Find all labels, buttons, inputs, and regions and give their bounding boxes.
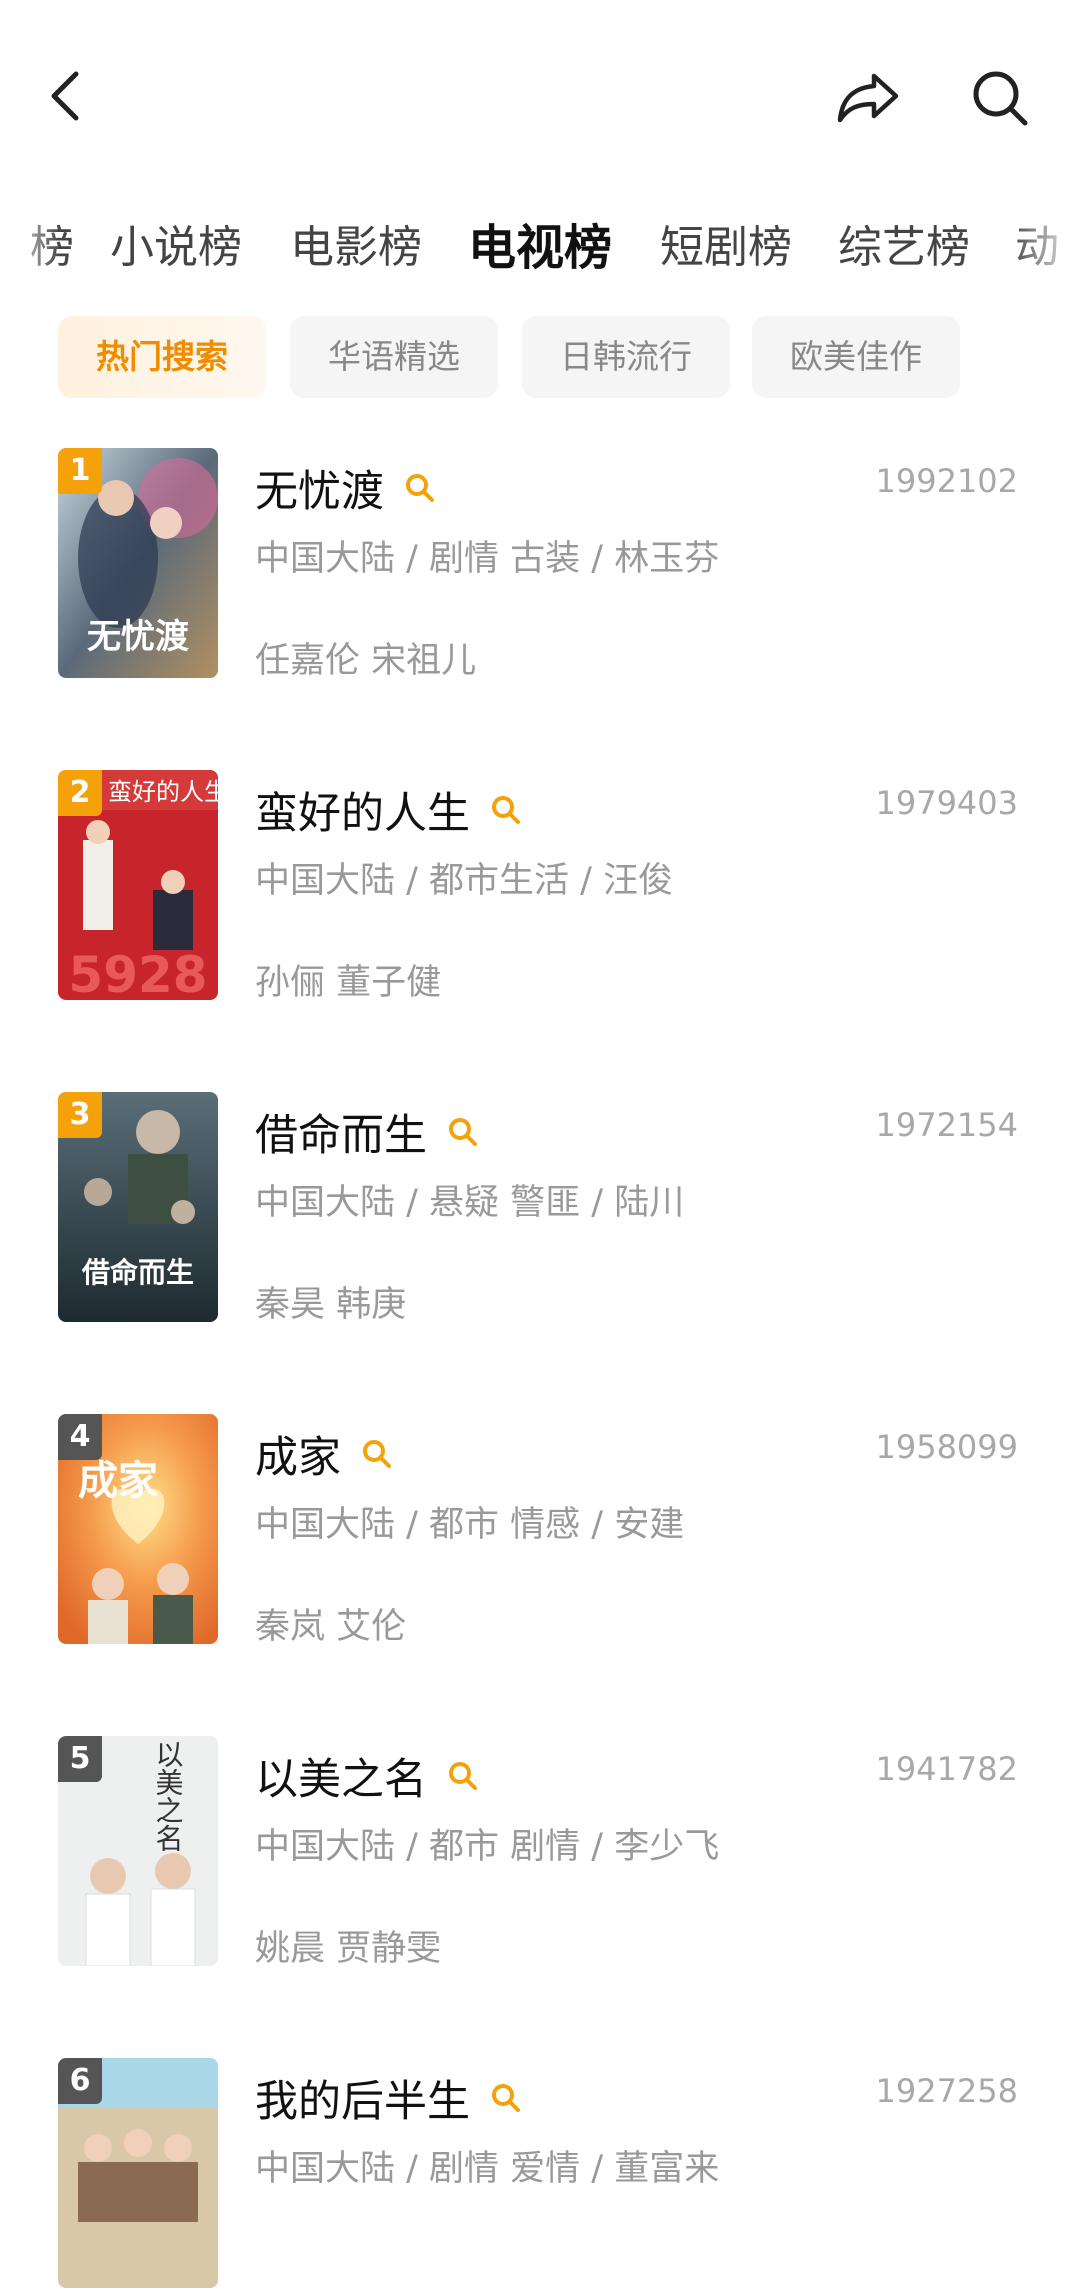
hot-score: 1992102	[875, 462, 1018, 500]
rank-badge: 4	[58, 1414, 102, 1460]
item-meta: 中国大陆 / 都市 情感 / 安建	[255, 1505, 685, 1545]
tab-variety-rank[interactable]: 综艺榜	[838, 208, 970, 288]
item-title[interactable]: 以美之名	[255, 1745, 427, 1807]
title-row: 借命而生	[255, 1102, 479, 1162]
title-row: 蛮好的人生	[255, 780, 522, 840]
title-row: 成家	[255, 1424, 393, 1484]
list-item[interactable]: 无忧渡 1 无忧渡 1992102 中国大陆 / 剧情 古装 / 林玉芬 任嘉伦…	[0, 440, 1080, 681]
tabs-fade-right	[1010, 208, 1080, 288]
item-title[interactable]: 借命而生	[255, 1101, 427, 1163]
poster-image[interactable]: 借命而生 3	[58, 1092, 218, 1322]
chip-jp-kr-popular[interactable]: 日韩流行	[522, 316, 730, 398]
search-icon[interactable]	[447, 1760, 479, 1792]
rank-badge: 1	[58, 448, 102, 494]
poster-title-text: 以美之名	[152, 1740, 185, 1852]
item-title[interactable]: 我的后半生	[255, 2067, 470, 2129]
chip-hot-search[interactable]: 热门搜索	[58, 316, 266, 398]
hot-score: 1979403	[875, 784, 1018, 822]
search-icon[interactable]	[404, 472, 436, 504]
hot-score: 1927258	[875, 2072, 1018, 2110]
rank-badge: 6	[58, 2058, 102, 2104]
filter-chips: 热门搜索 华语精选 日韩流行 欧美佳作	[0, 316, 1080, 398]
poster-image[interactable]: 以美之名 5	[58, 1736, 218, 1966]
item-cast: 秦岚 艾伦	[255, 1607, 407, 1647]
list-item[interactable]: 成家 4 成家 1958099 中国大陆 / 都市 情感 / 安建 秦岚 艾伦	[0, 1406, 1080, 1647]
rank-badge: 3	[58, 1092, 102, 1138]
poster-image[interactable]: 6	[58, 2058, 218, 2288]
tabs-fade-left	[0, 208, 60, 288]
item-cast: 任嘉伦 宋祖儿	[255, 641, 477, 681]
item-meta: 中国大陆 / 都市 剧情 / 李少飞	[255, 1827, 720, 1867]
tab-tv-rank[interactable]: 电视榜	[468, 208, 612, 288]
search-icon[interactable]	[361, 1438, 393, 1470]
search-icon[interactable]	[490, 794, 522, 826]
svg-text:5928: 5928	[68, 946, 207, 1000]
top-bar	[0, 0, 1080, 180]
back-button[interactable]	[30, 60, 102, 132]
poster-title-text: 无忧渡	[87, 617, 189, 657]
search-icon	[973, 71, 1028, 126]
title-row: 我的后半生	[255, 2068, 522, 2128]
tab-movie-rank[interactable]: 电影榜	[290, 208, 422, 288]
chevron-left-icon	[51, 71, 79, 121]
list-item[interactable]: 6 我的后半生 1927258 中国大陆 / 剧情 爱情 / 董富来	[0, 2050, 1080, 2290]
poster-title-text: 成家	[78, 1458, 158, 1504]
hot-score: 1972154	[875, 1106, 1018, 1144]
rank-badge: 2	[58, 770, 102, 816]
list-item[interactable]: 蛮好的人生 5928 2 蛮好的人生 1979403 中国大陆 / 都市生活 /…	[0, 762, 1080, 1003]
poster-title-text: 借命而生	[81, 1256, 194, 1289]
tab-novel-rank[interactable]: 小说榜	[110, 208, 242, 288]
item-cast: 姚晨 贾静雯	[255, 1929, 442, 1969]
item-cast: 秦昊 韩庚	[255, 1285, 407, 1325]
poster-title-text: 蛮好的人生	[108, 778, 218, 806]
search-icon[interactable]	[447, 1116, 479, 1148]
title-row: 无忧渡	[255, 458, 436, 518]
poster-image[interactable]: 成家 4	[58, 1414, 218, 1644]
poster-image[interactable]: 蛮好的人生 5928 2	[58, 770, 218, 1000]
item-cast: 孙俪 董子健	[255, 963, 442, 1003]
category-tabs: 榜 小说榜 电影榜 电视榜 短剧榜 综艺榜 动	[0, 208, 1080, 288]
item-title[interactable]: 无忧渡	[255, 457, 384, 519]
item-meta: 中国大陆 / 都市生活 / 汪俊	[255, 861, 674, 901]
hot-score: 1941782	[875, 1750, 1018, 1788]
item-meta: 中国大陆 / 悬疑 警匪 / 陆川	[255, 1183, 685, 1223]
title-row: 以美之名	[255, 1746, 479, 1806]
poster-image[interactable]: 无忧渡 1	[58, 448, 218, 678]
list-item[interactable]: 以美之名 5 以美之名 1941782 中国大陆 / 都市 剧情 / 李少飞 姚…	[0, 1728, 1080, 1969]
chip-chinese-picks[interactable]: 华语精选	[290, 316, 498, 398]
search-icon[interactable]	[490, 2082, 522, 2114]
item-meta: 中国大陆 / 剧情 爱情 / 董富来	[255, 2149, 720, 2189]
share-arrow-icon	[837, 73, 899, 123]
search-button[interactable]	[960, 58, 1040, 138]
item-title[interactable]: 成家	[255, 1423, 341, 1485]
chip-western-works[interactable]: 欧美佳作	[752, 316, 960, 398]
rank-badge: 5	[58, 1736, 102, 1782]
item-meta: 中国大陆 / 剧情 古装 / 林玉芬	[255, 539, 720, 579]
hot-score: 1958099	[875, 1428, 1018, 1466]
share-button[interactable]	[828, 58, 908, 138]
tab-short-drama-rank[interactable]: 短剧榜	[660, 208, 792, 288]
list-item[interactable]: 借命而生 3 借命而生 1972154 中国大陆 / 悬疑 警匪 / 陆川 秦昊…	[0, 1084, 1080, 1325]
item-title[interactable]: 蛮好的人生	[255, 779, 470, 841]
